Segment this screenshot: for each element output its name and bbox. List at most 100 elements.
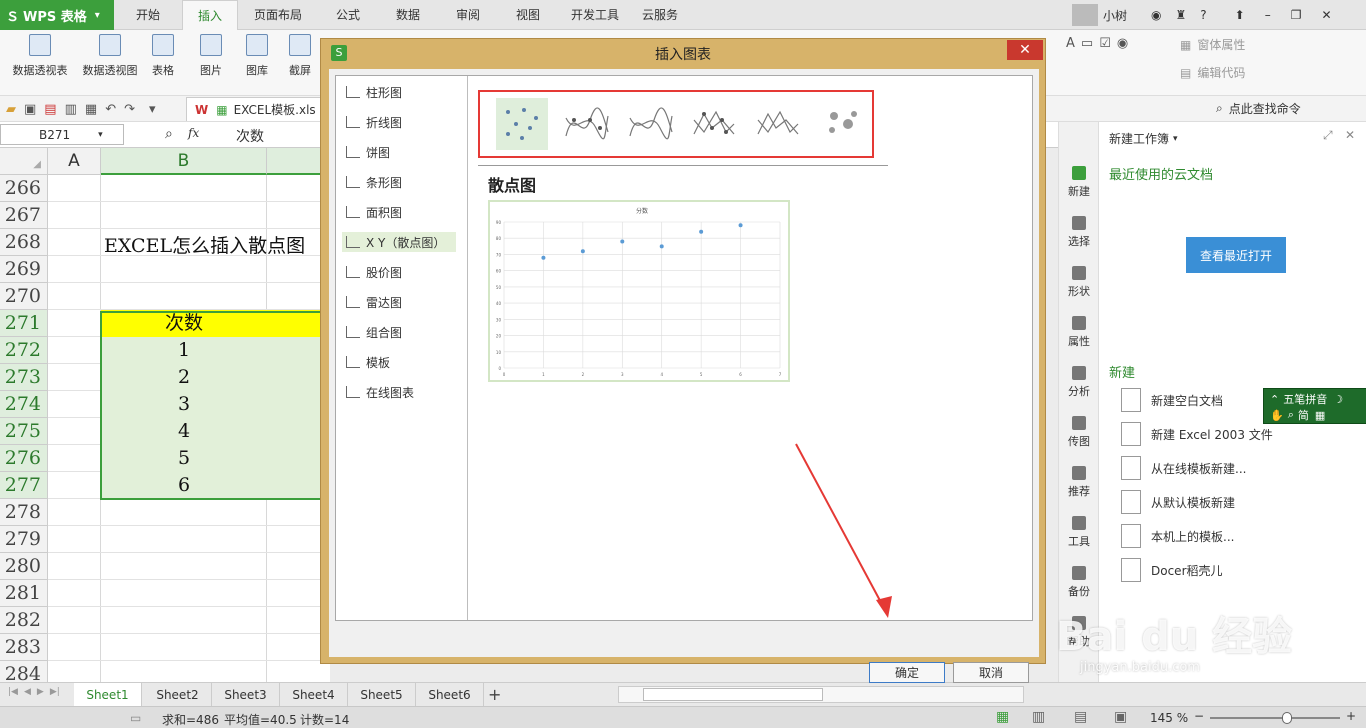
sidebar-item[interactable]: 工具 bbox=[1059, 516, 1099, 549]
find-command[interactable]: ⌕ 点此查找命令 bbox=[1216, 100, 1301, 117]
form-properties-button[interactable]: ▦ 窗体属性 bbox=[1180, 36, 1245, 53]
last-sheet-icon[interactable]: ▶| bbox=[50, 687, 60, 697]
data-cell-b[interactable]: 5 bbox=[101, 445, 267, 472]
menu-tab[interactable]: 公式 bbox=[322, 0, 374, 30]
print-icon[interactable]: ▥ bbox=[65, 102, 77, 117]
dialog-title-bar[interactable]: S 插入图表 bbox=[321, 39, 1045, 69]
data-cell-b[interactable]: 3 bbox=[101, 391, 267, 418]
sheet-title-cell[interactable]: EXCEL怎么插入散点图 bbox=[104, 231, 305, 258]
data-cell-b[interactable]: 2 bbox=[101, 364, 267, 391]
zoom-in-icon[interactable]: + bbox=[1346, 709, 1356, 723]
row-header[interactable]: 273 bbox=[0, 364, 48, 391]
chart-category[interactable]: 模板 bbox=[342, 352, 456, 372]
edit-code-button[interactable]: ▤ 编辑代码 bbox=[1180, 64, 1245, 81]
row-header[interactable]: 283 bbox=[0, 634, 48, 661]
menu-tab[interactable]: 审阅 bbox=[442, 0, 494, 30]
cancel-button[interactable]: 取消 bbox=[953, 662, 1029, 683]
minimize-ribbon-icon[interactable]: ⬆ bbox=[1235, 8, 1245, 22]
zoom-slider[interactable] bbox=[1210, 712, 1340, 724]
chart-category[interactable]: 柱形图 bbox=[342, 82, 456, 102]
new-item[interactable]: 本机上的模板... bbox=[1121, 523, 1234, 549]
fx-button[interactable]: fx bbox=[188, 126, 199, 140]
app-menu-button[interactable]: Ｓ WPS 表格 ▾ bbox=[0, 0, 114, 30]
zoom-slider-thumb[interactable] bbox=[1282, 712, 1292, 724]
normal-view-icon[interactable]: ▦ bbox=[996, 709, 1009, 725]
sidebar-item[interactable]: 选择 bbox=[1059, 216, 1099, 249]
row-header[interactable]: 275 bbox=[0, 418, 48, 445]
column-header-b[interactable]: B bbox=[101, 148, 267, 175]
more-icon[interactable]: ▾ bbox=[149, 102, 156, 117]
shirt-icon[interactable]: ♜ bbox=[1176, 8, 1187, 22]
chart-category[interactable]: X Y（散点图） bbox=[342, 232, 456, 252]
save-icon[interactable]: ▣ bbox=[24, 102, 36, 117]
help-icon[interactable]: ? bbox=[1200, 8, 1206, 22]
add-sheet-icon[interactable]: + bbox=[488, 685, 501, 704]
scatter-straight-markers-style[interactable] bbox=[688, 98, 740, 150]
scatter-markers-style[interactable] bbox=[496, 98, 548, 150]
menu-tab[interactable]: 开发工具 bbox=[560, 0, 630, 30]
chart-category[interactable]: 组合图 bbox=[342, 322, 456, 342]
new-item[interactable]: Docer稻壳儿 bbox=[1121, 557, 1223, 583]
scatter-smooth-lines-style[interactable] bbox=[624, 98, 676, 150]
row-header[interactable]: 268 bbox=[0, 229, 48, 256]
dialog-close-button[interactable]: ✕ bbox=[1007, 40, 1043, 60]
sheet-tab[interactable]: Sheet5 bbox=[348, 683, 416, 707]
ok-button[interactable]: 确定 bbox=[869, 662, 945, 683]
row-header[interactable]: 276 bbox=[0, 445, 48, 472]
menu-tab[interactable]: 开始 bbox=[120, 0, 176, 30]
skin-icon[interactable]: ◉ bbox=[1151, 8, 1161, 22]
row-header[interactable]: 267 bbox=[0, 202, 48, 229]
undo-icon[interactable]: ↶ bbox=[105, 102, 116, 117]
sidebar-item[interactable]: 形状 bbox=[1059, 266, 1099, 299]
user-name[interactable]: 小树 bbox=[1103, 7, 1127, 24]
data-cell-b[interactable]: 1 bbox=[101, 337, 267, 364]
redo-icon[interactable]: ↷ bbox=[124, 102, 135, 117]
pivot-chart-button[interactable]: 数据透视图 bbox=[78, 34, 142, 78]
prev-sheet-icon[interactable]: ◀ bbox=[24, 687, 31, 697]
sidebar-item[interactable]: 属性 bbox=[1059, 316, 1099, 349]
sidebar-item[interactable]: 传图 bbox=[1059, 416, 1099, 449]
row-header[interactable]: 272 bbox=[0, 337, 48, 364]
row-header[interactable]: 278 bbox=[0, 499, 48, 526]
first-sheet-icon[interactable]: |◀ bbox=[8, 687, 18, 697]
sheet-tab[interactable]: Sheet3 bbox=[212, 683, 280, 707]
sheet-tab[interactable]: Sheet6 bbox=[416, 683, 484, 707]
text-icon[interactable]: A bbox=[1066, 36, 1075, 51]
menu-tab[interactable]: 插入 bbox=[182, 0, 238, 31]
view-recent-button[interactable]: 查看最近打开 bbox=[1186, 237, 1286, 273]
menu-tab[interactable]: 数据 bbox=[382, 0, 434, 30]
file-tab[interactable]: W ▦ EXCEL模板.xls bbox=[186, 97, 325, 121]
restore-icon[interactable]: ❐ bbox=[1291, 8, 1302, 22]
avatar[interactable] bbox=[1072, 4, 1098, 26]
data-cell-b[interactable]: 6 bbox=[101, 472, 267, 499]
row-header[interactable]: 270 bbox=[0, 283, 48, 310]
new-item[interactable]: 新建空白文档 bbox=[1121, 387, 1223, 413]
label-icon[interactable]: ▭ bbox=[1081, 36, 1093, 51]
export-pdf-icon[interactable]: ▤ bbox=[44, 102, 56, 117]
chart-category[interactable]: 折线图 bbox=[342, 112, 456, 132]
row-header[interactable]: 284 bbox=[0, 661, 48, 682]
new-item[interactable]: 从默认模板新建 bbox=[1121, 489, 1235, 515]
picture-button[interactable]: 图片 bbox=[192, 34, 230, 78]
next-sheet-icon[interactable]: ▶ bbox=[37, 687, 44, 697]
close-icon[interactable]: ✕ bbox=[1321, 8, 1331, 22]
chart-category[interactable]: 雷达图 bbox=[342, 292, 456, 312]
row-header[interactable]: 266 bbox=[0, 175, 48, 202]
gallery-button[interactable]: 图库 bbox=[238, 34, 276, 78]
open-icon[interactable]: ▰ bbox=[6, 102, 16, 117]
sidebar-item[interactable]: 推荐 bbox=[1059, 466, 1099, 499]
row-header[interactable]: 277 bbox=[0, 472, 48, 499]
page-layout-icon[interactable]: ▥ bbox=[1032, 709, 1045, 725]
row-header[interactable]: 279 bbox=[0, 526, 48, 553]
row-header[interactable]: 282 bbox=[0, 607, 48, 634]
row-header[interactable]: 269 bbox=[0, 256, 48, 283]
pane-expand-icon[interactable]: ⤢ bbox=[1323, 128, 1333, 143]
name-box[interactable]: B271 ▾ bbox=[0, 124, 124, 145]
pane-close-icon[interactable]: ✕ bbox=[1345, 128, 1355, 142]
layout-icon[interactable]: ▤ bbox=[1074, 709, 1087, 725]
chart-category[interactable]: 在线图表 bbox=[342, 382, 456, 402]
sheet-tab[interactable]: Sheet2 bbox=[144, 683, 212, 707]
sheet-tab[interactable]: Sheet1 bbox=[74, 683, 142, 707]
screenshot-button[interactable]: 截屏 bbox=[282, 34, 318, 78]
menu-tab[interactable]: 视图 bbox=[502, 0, 554, 30]
